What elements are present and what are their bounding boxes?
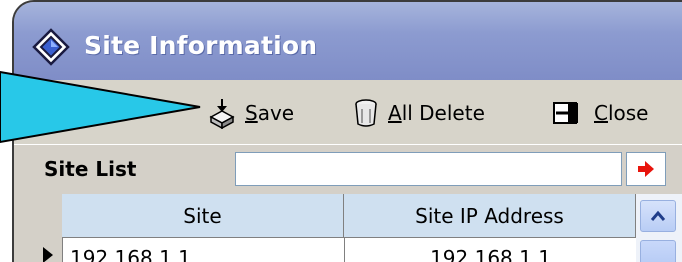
red-arrow-right-icon: [638, 161, 654, 177]
site-list-bar: Site List: [14, 144, 682, 195]
column-header-site[interactable]: Site: [62, 194, 344, 238]
diamond-icon: [32, 28, 70, 66]
title-bar[interactable]: Site Information: [14, 2, 682, 80]
grid-corner-cell: [34, 194, 63, 239]
site-grid: Site Site IP Address 192.168.1.1 192.168…: [34, 194, 682, 262]
close-button-label: Close: [594, 101, 649, 125]
table-row-site-cell[interactable]: 192.168.1.1: [64, 238, 342, 262]
exit-door-icon: [553, 102, 578, 124]
table-row-ip-cell[interactable]: 192.168.1.1: [344, 238, 636, 262]
site-list-label: Site List: [44, 157, 137, 181]
all-delete-button-label: All Delete: [388, 101, 485, 125]
site-list-filter-input[interactable]: [235, 152, 622, 186]
chevron-up-icon: [650, 210, 666, 221]
toolbar: Edit Save All Delete Close: [14, 80, 682, 144]
scroll-up-button[interactable]: [640, 200, 676, 232]
trash-can-icon: [355, 99, 377, 127]
vertical-scrollbar[interactable]: [636, 194, 682, 262]
scroll-thumb[interactable]: [640, 240, 676, 262]
close-button[interactable]: Close: [552, 96, 649, 130]
window-title: Site Information: [84, 31, 318, 60]
all-delete-button[interactable]: All Delete: [352, 96, 485, 130]
save-icon: [209, 99, 235, 129]
row-pointer-icon: [43, 247, 53, 262]
go-button[interactable]: [626, 152, 666, 186]
row-indicator[interactable]: [34, 238, 63, 262]
site-information-window: Site Information Edit Save All Delete Cl…: [12, 0, 682, 262]
column-header-site-ip[interactable]: Site IP Address: [344, 194, 636, 238]
edit-button[interactable]: Edit: [20, 96, 59, 130]
save-button[interactable]: Save: [207, 96, 294, 130]
edit-button-label: Edit: [20, 101, 59, 125]
save-button-label: Save: [245, 101, 295, 125]
